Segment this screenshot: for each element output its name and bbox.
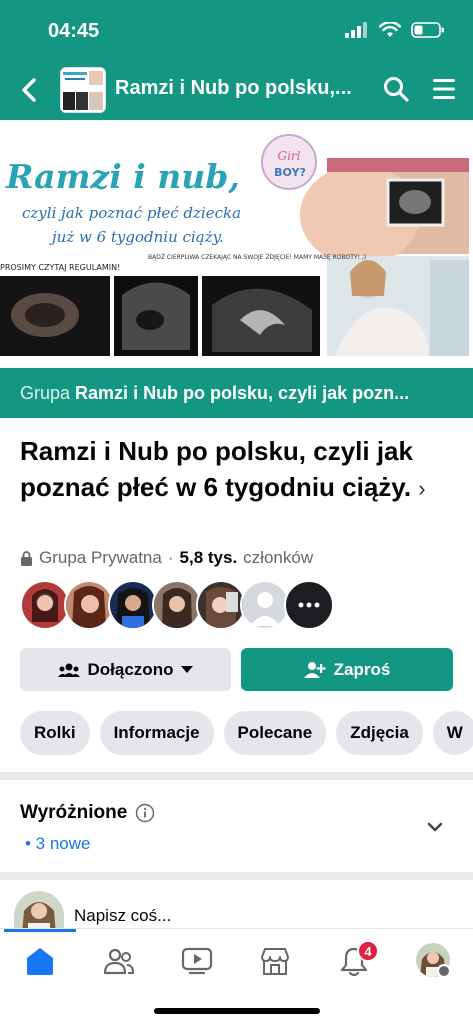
home-indicator	[154, 1008, 320, 1014]
search-icon[interactable]	[382, 75, 410, 103]
cover-photo[interactable]: Girl BOY? Ramzi i nub, czyli jak poznać …	[0, 120, 473, 368]
avatar[interactable]	[20, 580, 70, 630]
avatar[interactable]	[196, 580, 246, 630]
featured-section-title[interactable]: Wyróżnione	[20, 802, 155, 824]
add-person-icon	[303, 661, 326, 678]
nav-title: Ramzi i Nub po polsku,...	[115, 77, 352, 99]
caret-down-icon	[181, 665, 194, 673]
avatar[interactable]	[108, 580, 158, 630]
info-icon[interactable]	[135, 803, 155, 823]
member-avatars[interactable]	[20, 580, 334, 630]
cover-subline-1: czyli jak poznać płeć dziecka	[22, 204, 241, 222]
marketplace-icon[interactable]	[259, 945, 291, 977]
back-icon[interactable]	[16, 74, 44, 106]
joined-label: Dołączono	[87, 659, 174, 679]
featured-new-count: • 3 nowe	[25, 834, 91, 853]
cover-note-left: PROSIMY CZYTAJ REGULAMIN!	[0, 263, 120, 272]
group-thumbnail[interactable]	[60, 67, 106, 113]
member-label: członków	[243, 548, 314, 567]
more-icon	[298, 602, 320, 608]
meta-dot: ·	[167, 548, 174, 567]
battery-icon	[411, 22, 444, 38]
invite-label: Zaproś	[333, 659, 391, 679]
tab-more[interactable]: W	[432, 711, 473, 755]
section-divider	[0, 772, 473, 780]
tab-polecane[interactable]: Polecane	[223, 711, 327, 755]
more-members-button[interactable]	[284, 580, 334, 630]
status-time: 04:45	[48, 20, 100, 42]
group-name-strip[interactable]: Grupa Ramzi i Nub po polsku, czyli jak p…	[0, 368, 473, 418]
strip-group-name: Ramzi i Nub po polsku, czyli jak pozn...	[75, 383, 410, 403]
section-divider	[0, 872, 473, 880]
member-count[interactable]: 5,8 tys.	[180, 548, 238, 568]
group-meta: Grupa Prywatna · 5,8 tys. członków	[20, 548, 313, 568]
badge-girl: Girl	[278, 149, 301, 163]
wifi-icon	[379, 22, 401, 37]
active-tab-indicator	[4, 929, 76, 932]
title-chevron-icon: ›	[418, 476, 426, 501]
cover-headline: Ramzi i nub,	[5, 157, 240, 196]
cover-subline-2: już w 6 tygodniu ciąży.	[49, 228, 224, 246]
badge-boy: BOY?	[274, 166, 306, 179]
avatar[interactable]	[152, 580, 202, 630]
status-icons	[345, 22, 445, 38]
profile-menu-badge	[437, 964, 451, 978]
avatar[interactable]	[240, 580, 290, 630]
group-title[interactable]: Ramzi i Nub po polsku, czyli jak poznać …	[20, 433, 450, 507]
composer-input[interactable]: Napisz coś...	[74, 906, 171, 926]
privacy-label: Grupa Prywatna	[39, 548, 162, 567]
lock-icon	[21, 550, 32, 566]
group-tabs: Rolki Informacje Polecane Zdjęcia W	[20, 711, 473, 755]
avatar[interactable]	[64, 580, 114, 630]
signal-icon	[345, 22, 367, 38]
video-icon[interactable]	[181, 945, 213, 977]
people-icon	[57, 663, 80, 677]
home-icon[interactable]	[24, 945, 56, 977]
chevron-down-icon[interactable]	[426, 818, 444, 836]
invite-button[interactable]: Zaproś	[241, 648, 453, 691]
joined-button[interactable]: Dołączono	[20, 648, 231, 691]
status-bar: 04:45	[0, 0, 473, 62]
tab-informacje[interactable]: Informacje	[99, 711, 214, 755]
nav-bar: Ramzi i Nub po polsku,...	[0, 62, 473, 120]
tab-rolki[interactable]: Rolki	[20, 711, 90, 755]
notification-badge: 4	[357, 940, 379, 962]
cover-note-right: BĄDŹ CIERPLIWA CZEKAJĄC NA SWOJE ZDJĘCIE…	[148, 253, 366, 261]
tab-zdjecia[interactable]: Zdjęcia	[336, 711, 423, 755]
friends-icon[interactable]	[103, 945, 135, 977]
menu-icon[interactable]	[432, 76, 456, 102]
strip-prefix: Grupa	[20, 383, 71, 403]
